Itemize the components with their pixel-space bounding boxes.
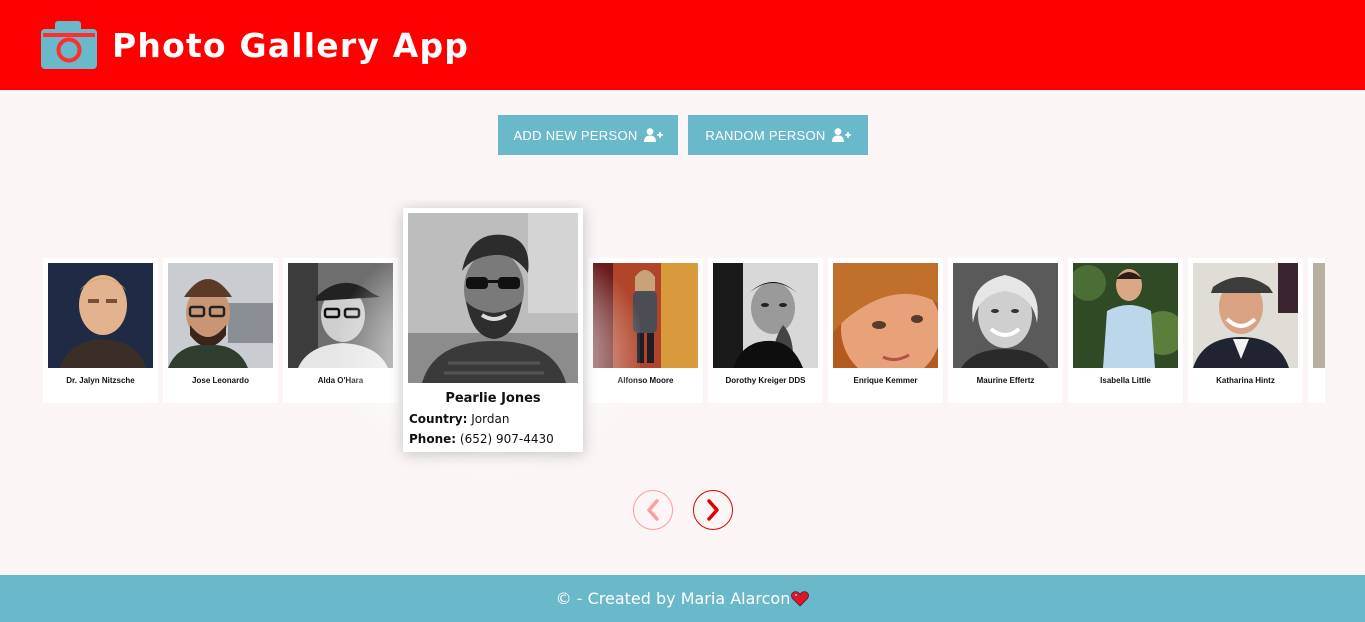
app-title: Photo Gallery App <box>112 26 470 65</box>
person-photo <box>1073 263 1178 368</box>
random-person-button[interactable]: RANDOM PERSON <box>688 115 868 155</box>
person-card[interactable]: Maurine Effertz <box>948 258 1063 403</box>
camera-icon <box>41 21 97 69</box>
add-new-person-button[interactable]: ADD NEW PERSON <box>498 115 678 155</box>
person-card[interactable]: Dorothy Kreiger DDS <box>708 258 823 403</box>
person-name: Katharina Hintz <box>1216 376 1275 385</box>
person-name: Dorothy Kreiger DDS <box>725 376 806 385</box>
next-button[interactable] <box>693 490 733 530</box>
person-card[interactable]: Jose Leonardo <box>163 258 278 403</box>
photo-gallery: Dr. Jalyn Nitzsche Jose Leonardo Alda O'… <box>0 200 1325 480</box>
user-plus-icon <box>643 128 663 142</box>
user-plus-icon <box>831 128 851 142</box>
person-name: Isabella Little <box>1100 376 1151 385</box>
person-card[interactable]: Katharina Hintz <box>1188 258 1303 403</box>
phone-label: Phone: <box>409 432 457 446</box>
person-photo <box>713 263 818 368</box>
footer: © - Created by Maria Alarcon <box>0 575 1365 622</box>
person-name: Enrique Kemmer <box>853 376 918 385</box>
featured-person-phone: Phone: (652) 907-4430 <box>409 432 554 446</box>
country-label: Country: <box>409 412 468 426</box>
person-photo <box>48 263 153 368</box>
add-new-person-label: ADD NEW PERSON <box>513 127 638 143</box>
person-card[interactable]: Enrique Kemmer <box>828 258 943 403</box>
person-name: Dr. Jalyn Nitzsche <box>66 376 135 385</box>
person-photo <box>953 263 1058 368</box>
previous-button[interactable] <box>633 490 673 530</box>
footer-credit: © - Created by Maria Alarcon <box>555 589 791 608</box>
person-card[interactable]: Dr. Jalyn Nitzsche <box>43 258 158 403</box>
featured-person-photo <box>408 213 578 383</box>
person-name: Maurine Effertz <box>976 376 1035 385</box>
country-value: Jordan <box>471 412 510 426</box>
chevron-left-icon <box>647 499 659 521</box>
random-person-label: RANDOM PERSON <box>705 127 826 143</box>
person-name: Jose Leonardo <box>192 376 249 385</box>
person-card-partial[interactable] <box>1308 258 1325 403</box>
app-header: Photo Gallery App <box>0 0 1365 90</box>
featured-person-country: Country: Jordan <box>409 412 509 426</box>
person-photo <box>168 263 273 368</box>
chevron-right-icon <box>707 499 719 521</box>
heart-icon <box>791 590 810 607</box>
phone-value: (652) 907-4430 <box>459 432 554 446</box>
person-card[interactable]: Isabella Little <box>1068 258 1183 403</box>
person-photo <box>1193 263 1298 368</box>
person-photo <box>833 263 938 368</box>
featured-person-card[interactable]: Pearlie Jones Country: Jordan Phone: (65… <box>403 208 583 452</box>
featured-person-name: Pearlie Jones <box>445 391 541 406</box>
person-photo <box>1313 263 1325 368</box>
